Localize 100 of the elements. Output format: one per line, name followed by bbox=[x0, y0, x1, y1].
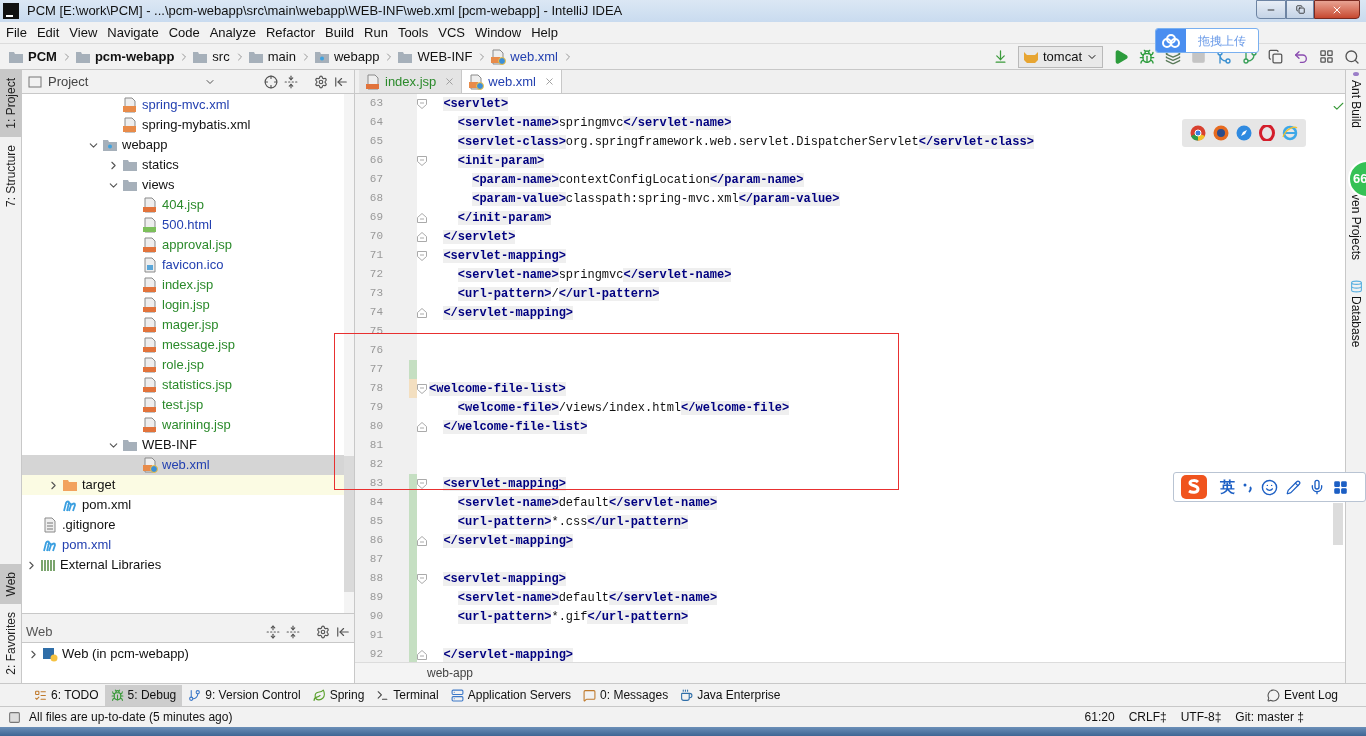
close-tab-icon[interactable] bbox=[544, 76, 555, 87]
tree-item[interactable]: WEB-INF bbox=[22, 435, 344, 455]
menu-item[interactable]: Build bbox=[320, 22, 359, 43]
tree-item[interactable]: spring-mybatis.xml bbox=[22, 115, 344, 135]
breadcrumb[interactable]: src bbox=[192, 46, 248, 67]
tool-window-button[interactable]: 6: TODO bbox=[28, 684, 105, 706]
menu-item[interactable]: Window bbox=[469, 22, 527, 43]
scrollbar-thumb[interactable] bbox=[344, 456, 354, 592]
close-button[interactable] bbox=[1314, 0, 1360, 19]
tree-item[interactable]: .gitignore bbox=[22, 515, 344, 535]
scrollbar-thumb[interactable] bbox=[1333, 503, 1343, 545]
tree-item[interactable]: views bbox=[22, 175, 344, 195]
tree-item[interactable]: web.xml bbox=[22, 455, 344, 475]
fold-icon[interactable] bbox=[417, 212, 427, 223]
breadcrumb[interactable]: webapp bbox=[313, 46, 398, 67]
tree-item[interactable]: spring-mvc.xml bbox=[22, 95, 344, 115]
breadcrumb[interactable]: PCM bbox=[8, 46, 75, 67]
tool-window-button[interactable]: 0: Messages bbox=[577, 684, 675, 706]
tree-item[interactable]: Web (in pcm-webapp) bbox=[22, 644, 354, 664]
punctuation-icon[interactable] bbox=[1243, 481, 1253, 493]
side-tab[interactable]: Ant Build bbox=[1346, 72, 1366, 129]
fold-icon[interactable] bbox=[417, 383, 427, 394]
browser-icon[interactable] bbox=[1189, 125, 1206, 141]
menu-item[interactable]: Run bbox=[359, 22, 393, 43]
tree-item[interactable]: pom.xml bbox=[22, 535, 344, 555]
fold-icon[interactable] bbox=[417, 231, 427, 242]
search-icon[interactable] bbox=[1344, 48, 1360, 65]
menu-item[interactable]: View bbox=[64, 22, 103, 43]
status-item[interactable]: UTF-8‡ bbox=[1180, 708, 1222, 726]
tool-window-button[interactable]: 5: Debug bbox=[104, 684, 183, 706]
tree-item[interactable]: statistics.jsp bbox=[22, 375, 344, 395]
fold-icon[interactable] bbox=[417, 421, 427, 432]
tree-item[interactable]: statics bbox=[22, 155, 344, 175]
tree-item[interactable]: index.jsp bbox=[22, 275, 344, 295]
fold-icon[interactable] bbox=[417, 250, 427, 261]
fold-icon[interactable] bbox=[417, 573, 427, 584]
sort-icon[interactable] bbox=[993, 49, 1008, 64]
tree-item[interactable]: test.jsp bbox=[22, 395, 344, 415]
tree-item[interactable]: target bbox=[22, 475, 344, 495]
side-tab[interactable]: Database bbox=[1346, 280, 1366, 348]
restore-button[interactable] bbox=[1286, 0, 1314, 19]
pencil-icon[interactable] bbox=[1286, 479, 1301, 495]
status-item[interactable]: CRLF‡ bbox=[1128, 708, 1167, 726]
tree-item[interactable]: warining.jsp bbox=[22, 415, 344, 435]
tree-item[interactable]: webapp bbox=[22, 135, 344, 155]
fold-icon[interactable] bbox=[417, 98, 427, 109]
fold-icon[interactable] bbox=[417, 307, 427, 318]
settings-icon[interactable] bbox=[316, 624, 330, 639]
run-icon[interactable] bbox=[1113, 48, 1129, 65]
browser-icon[interactable] bbox=[1259, 125, 1276, 141]
breadcrumb[interactable]: web-app bbox=[427, 664, 474, 682]
menu-item[interactable]: Analyze bbox=[204, 22, 261, 43]
breadcrumb[interactable]: WEB-INF bbox=[397, 46, 491, 67]
menu-item[interactable]: VCS bbox=[433, 22, 470, 43]
hide-icon[interactable] bbox=[334, 74, 348, 89]
status-item[interactable]: Git: master ‡ bbox=[1235, 708, 1304, 726]
emoji-icon[interactable] bbox=[1261, 478, 1278, 496]
tree-item[interactable]: login.jsp bbox=[22, 295, 344, 315]
microphone-icon[interactable] bbox=[1309, 479, 1325, 495]
hide-icon[interactable] bbox=[336, 624, 350, 639]
tree-item[interactable]: favicon.ico bbox=[22, 255, 344, 275]
tree-item[interactable]: approval.jsp bbox=[22, 235, 344, 255]
browser-icon[interactable] bbox=[1212, 125, 1229, 141]
side-tab[interactable]: Web bbox=[0, 563, 22, 605]
tree-item[interactable]: role.jsp bbox=[22, 355, 344, 375]
menu-item[interactable]: Help bbox=[526, 22, 563, 43]
tree-item[interactable]: External Libraries bbox=[22, 555, 344, 575]
menu-item[interactable]: File bbox=[1, 22, 32, 43]
minimize-button[interactable] bbox=[1256, 0, 1286, 19]
tool-window-button[interactable]: Application Servers bbox=[444, 684, 578, 706]
locate-icon[interactable] bbox=[264, 74, 278, 89]
tree-item[interactable]: 404.jsp bbox=[22, 195, 344, 215]
breadcrumb[interactable]: pcm-webapp bbox=[74, 46, 193, 67]
fold-icon[interactable] bbox=[417, 478, 427, 489]
tree-item[interactable]: pom.xml bbox=[22, 495, 344, 515]
menu-item[interactable]: Navigate bbox=[102, 22, 164, 43]
side-tab[interactable]: 1: Project bbox=[0, 70, 22, 137]
menu-item[interactable]: Refactor bbox=[260, 22, 321, 43]
compass-icon[interactable] bbox=[1235, 125, 1252, 141]
tool-window-button[interactable]: Terminal bbox=[370, 684, 445, 706]
fold-icon[interactable] bbox=[417, 155, 427, 166]
splitter-handle[interactable] bbox=[22, 613, 354, 621]
ime-mode-toggle[interactable]: 英 bbox=[1220, 475, 1235, 499]
menu-item[interactable]: Edit bbox=[31, 22, 65, 43]
side-tab[interactable]: 2: Favorites bbox=[0, 604, 22, 683]
tool-window-button[interactable]: 9: Version Control bbox=[182, 684, 307, 706]
revert-icon[interactable] bbox=[1293, 48, 1309, 65]
grid-icon[interactable] bbox=[1333, 479, 1348, 495]
breadcrumb[interactable]: main bbox=[247, 46, 314, 67]
menu-item[interactable]: Tools bbox=[392, 22, 434, 43]
side-tab[interactable]: 7: Structure bbox=[0, 136, 22, 215]
collapse-icon[interactable] bbox=[286, 624, 300, 639]
tree-item[interactable]: message.jsp bbox=[22, 335, 344, 355]
collapse-icon[interactable] bbox=[284, 74, 298, 89]
tool-window-button[interactable]: Spring bbox=[306, 684, 371, 706]
expand-all-icon[interactable] bbox=[266, 624, 280, 639]
tree-item[interactable]: 500.html bbox=[22, 215, 344, 235]
menu-item[interactable]: Code bbox=[163, 22, 205, 43]
breadcrumb[interactable]: web.xml bbox=[490, 46, 576, 67]
status-item[interactable]: 61:20 bbox=[1084, 708, 1115, 726]
